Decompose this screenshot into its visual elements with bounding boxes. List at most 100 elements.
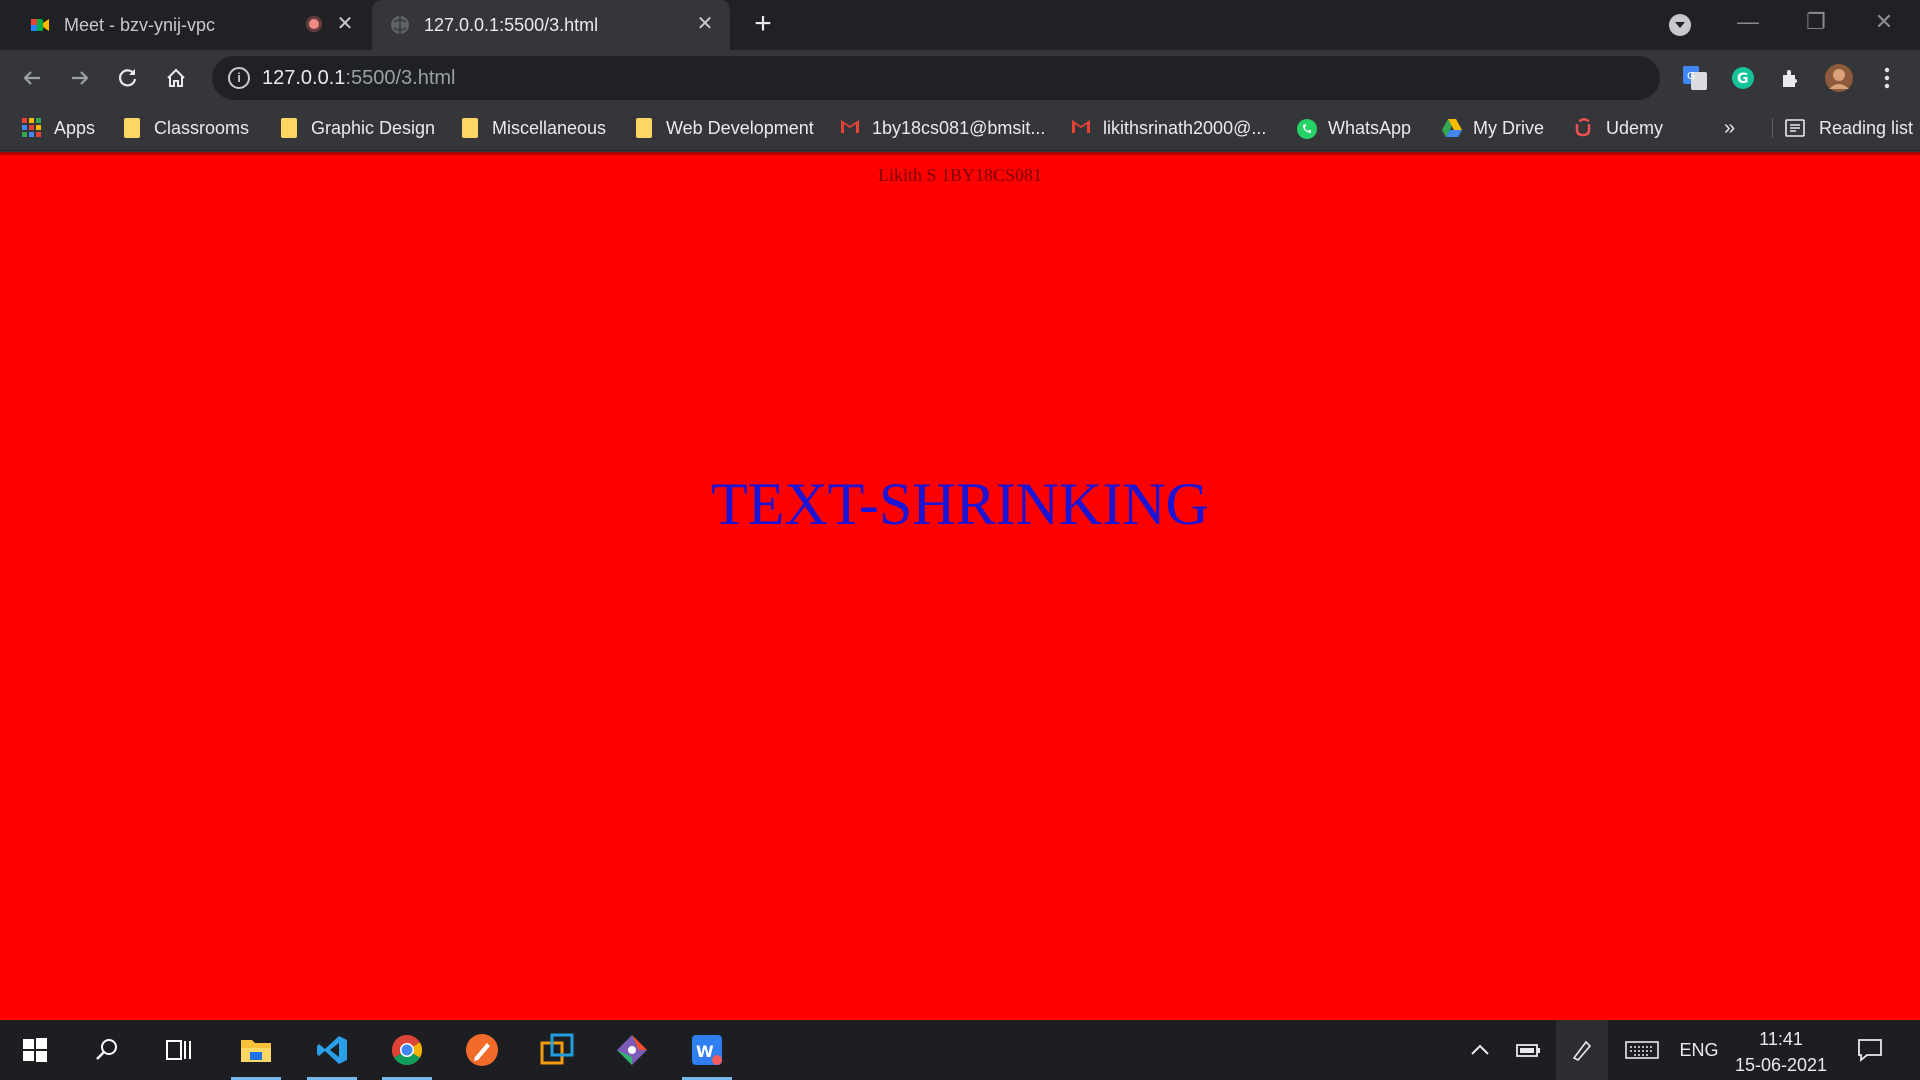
git-icon — [617, 1035, 647, 1065]
bookmarks-bar: Apps Classrooms Graphic Design Miscellan… — [0, 106, 1920, 151]
clock-date: 15-06-2021 — [1734, 1055, 1828, 1075]
notification-icon — [1858, 1039, 1882, 1062]
close-window-button[interactable]: ✕ — [1856, 0, 1912, 44]
bookmark-udemy[interactable]: Udemy — [1574, 114, 1663, 142]
close-tab-button[interactable]: ✕ — [334, 13, 356, 35]
tab-title: 127.0.0.1:5500/3.html — [424, 14, 599, 35]
bookmark-my-drive[interactable]: My Drive — [1441, 114, 1544, 142]
menu-button[interactable] — [1868, 59, 1906, 97]
tab-strip: Meet - bzv-ynij-vpc ✕ 127.0.0.1:5500/3.h… — [0, 0, 1920, 50]
avatar-icon — [1825, 64, 1853, 92]
search-icon — [96, 1039, 117, 1060]
grammarly-extension[interactable]: G — [1724, 59, 1762, 97]
profile-avatar[interactable] — [1820, 59, 1858, 97]
pen-app-icon — [466, 1034, 498, 1066]
google-meet-icon — [30, 15, 50, 35]
vscode-icon — [317, 1036, 347, 1064]
clock-time: 11:41 — [1759, 1029, 1803, 1049]
taskbar: W ENG 11:41 15-06-2021 — [0, 1020, 1920, 1080]
task-view-icon — [166, 1040, 191, 1060]
folder-icon — [462, 118, 478, 138]
taskbar-file-explorer[interactable] — [225, 1020, 287, 1080]
chrome-icon — [391, 1035, 423, 1066]
tray-battery[interactable] — [1510, 1020, 1546, 1080]
puzzle-icon — [1783, 70, 1797, 87]
start-button[interactable] — [4, 1020, 66, 1080]
bookmark-graphic-design[interactable]: Graphic Design — [281, 114, 435, 142]
svg-text:G: G — [1737, 71, 1749, 87]
arrow-right-icon — [72, 71, 89, 85]
taskbar-git[interactable] — [601, 1020, 663, 1080]
folder-icon — [281, 118, 297, 138]
minimize-button[interactable]: — — [1720, 0, 1776, 44]
reload-button[interactable] — [109, 59, 147, 97]
grammarly-icon: G — [1732, 67, 1754, 89]
bookmark-miscellaneous[interactable]: Miscellaneous — [462, 114, 606, 142]
google-translate-extension[interactable]: G — [1676, 59, 1714, 97]
reading-list-icon — [1772, 118, 1805, 138]
overlapping-windows-icon — [540, 1033, 574, 1065]
bookmarks-overflow-button[interactable]: » — [1724, 114, 1735, 142]
tray-language[interactable]: ENG — [1674, 1020, 1724, 1080]
pen-workspace-icon — [1572, 1040, 1592, 1061]
tab-search-icon[interactable] — [1669, 14, 1691, 36]
recording-icon — [306, 16, 322, 32]
taskbar-app-orange[interactable] — [451, 1020, 513, 1080]
google-translate-icon: G — [1683, 66, 1707, 90]
udemy-icon — [1574, 117, 1592, 138]
tray-keyboard[interactable] — [1620, 1020, 1664, 1080]
svg-text:W: W — [696, 1042, 714, 1061]
bookmark-classrooms[interactable]: Classrooms — [124, 114, 249, 142]
folder-icon — [124, 118, 140, 138]
reading-list-button[interactable]: Reading list — [1772, 114, 1913, 142]
address-bar[interactable]: i 127.0.0.1:5500/3.html — [212, 56, 1660, 100]
search-button[interactable] — [76, 1020, 138, 1080]
browser-chrome: Meet - bzv-ynij-vpc ✕ 127.0.0.1:5500/3.h… — [0, 0, 1920, 155]
tray-pen[interactable] — [1556, 1020, 1608, 1080]
home-button[interactable] — [157, 59, 195, 97]
bookmark-web-development[interactable]: Web Development — [636, 114, 814, 142]
folder-icon — [636, 118, 652, 138]
taskbar-vscode[interactable] — [301, 1020, 363, 1080]
shrinking-heading: TEXT-SHRINKING — [711, 471, 1209, 537]
drive-icon — [1441, 118, 1462, 138]
wps-writer-icon: W — [692, 1035, 722, 1065]
url-text[interactable]: 127.0.0.1:5500/3.html — [262, 67, 456, 90]
tab-meet[interactable]: Meet - bzv-ynij-vpc ✕ — [0, 0, 370, 50]
kebab-menu-icon — [1884, 67, 1890, 89]
taskbar-app-windows[interactable] — [526, 1020, 588, 1080]
apps-grid-icon — [22, 118, 41, 138]
gmail-icon — [1071, 118, 1090, 138]
new-tab-button[interactable]: + — [748, 9, 778, 40]
forward-button[interactable] — [61, 59, 99, 97]
bookmark-whatsapp[interactable]: WhatsApp — [1296, 114, 1411, 142]
bookmark-apps[interactable]: Apps — [22, 114, 95, 142]
action-center-button[interactable] — [1848, 1020, 1892, 1080]
back-button[interactable] — [13, 59, 51, 97]
battery-icon — [1516, 1044, 1540, 1057]
author-text: Likith S 1BY18CS081 — [877, 165, 1043, 185]
close-tab-button[interactable]: ✕ — [694, 13, 716, 35]
site-info-icon[interactable]: i — [228, 67, 250, 89]
gmail-icon — [840, 118, 859, 138]
whatsapp-icon — [1296, 118, 1317, 139]
taskbar-wps[interactable]: W — [676, 1020, 738, 1080]
file-explorer-icon — [241, 1040, 271, 1062]
tab-title: Meet - bzv-ynij-vpc — [64, 14, 216, 35]
tray-clock[interactable]: 11:41 15-06-2021 — [1726, 1026, 1836, 1078]
extensions-button[interactable] — [1772, 59, 1810, 97]
globe-icon — [390, 15, 410, 35]
windows-icon — [23, 1038, 47, 1062]
restore-button[interactable]: ❐ — [1788, 0, 1844, 44]
task-view-button[interactable] — [148, 1020, 210, 1080]
page-content: Likith S 1BY18CS081 TEXT-SHRINKING — [0, 155, 1920, 1020]
svg-text:G: G — [1687, 71, 1695, 82]
arrow-left-icon — [23, 71, 40, 85]
taskbar-chrome[interactable] — [376, 1020, 438, 1080]
bookmark-gmail-likith[interactable]: likithsrinath2000@... — [1071, 114, 1266, 142]
tab-localhost[interactable]: 127.0.0.1:5500/3.html ✕ — [372, 0, 730, 50]
bookmark-gmail-bmsit[interactable]: 1by18cs081@bmsit... — [840, 114, 1045, 142]
chevron-up-icon — [1471, 1044, 1489, 1055]
reload-icon — [118, 69, 137, 87]
tray-show-hidden[interactable] — [1462, 1020, 1498, 1080]
